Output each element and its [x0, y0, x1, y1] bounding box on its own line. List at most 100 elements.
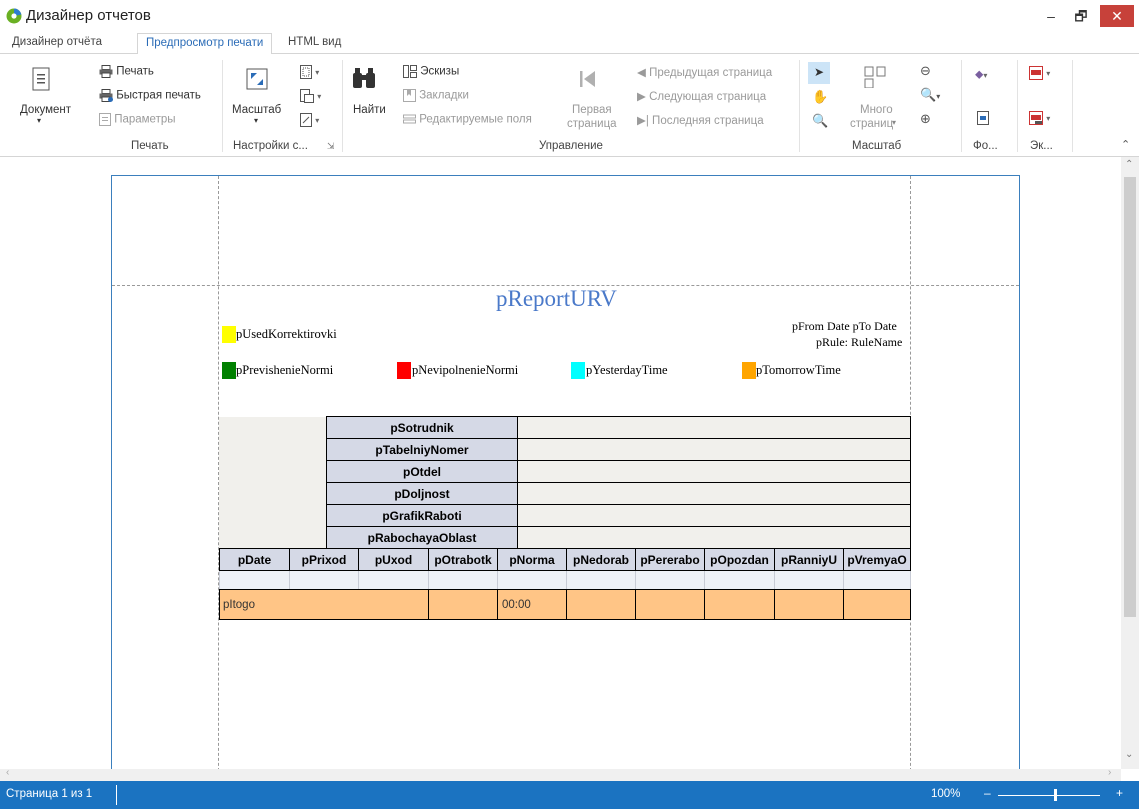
attendance-table: pDate pPrixod pUxod pOtrabotk pNorma pNe… [219, 548, 911, 593]
document-button[interactable]: Документ [20, 104, 71, 116]
scroll-down-icon[interactable]: ⌄ [1125, 749, 1133, 760]
scroll-right-icon[interactable]: › [1108, 767, 1111, 778]
scrollbar-thumb[interactable] [1124, 177, 1136, 617]
zoom-slider-thumb[interactable] [1054, 789, 1057, 801]
legend-swatch-cyan [571, 362, 585, 379]
first-page-button-line2[interactable]: страница [567, 118, 617, 130]
legend-label: pTomorrowTime [756, 363, 841, 377]
document-dropdown-icon[interactable]: ▾ [37, 116, 41, 125]
tab-report-designer[interactable]: Дизайнер отчёта [4, 33, 110, 55]
export-button[interactable]: ▾ [1029, 66, 1050, 80]
app-logo-icon [6, 8, 22, 24]
many-pages-icon [864, 66, 886, 88]
group-label-print: Печать [131, 140, 169, 152]
last-arrow-icon: ▶| [637, 115, 649, 127]
info-label: pTabelniyNomer [326, 438, 518, 461]
quick-print-button[interactable]: Быстрая печать [99, 89, 201, 102]
zoom-out-button[interactable]: ⊖ [920, 63, 931, 79]
scroll-left-icon[interactable]: ‹ [6, 767, 9, 778]
bookmarks-button[interactable]: Закладки [403, 89, 469, 102]
close-button[interactable]: ✕ [1100, 5, 1134, 27]
next-page-button[interactable]: ▶ Следующая страница [637, 89, 766, 103]
first-page-button-line1[interactable]: Первая [572, 104, 612, 116]
orientation-dropdown-icon: ▾ [317, 92, 322, 102]
info-value [517, 460, 911, 483]
tab-html-view[interactable]: HTML вид [280, 33, 349, 55]
total-label: pItogo [219, 589, 429, 620]
group-label-zoom: Масштаб [852, 140, 902, 152]
page-color-button[interactable]: ⬥▾ [975, 67, 987, 82]
margins-button[interactable]: ▾ [300, 65, 319, 79]
info-value [517, 526, 911, 549]
table-cell [704, 589, 775, 620]
table-cell [635, 589, 705, 620]
group-label-background: Фо... [973, 140, 998, 152]
thumbnails-label: Эскизы [420, 65, 460, 78]
rule-label: pRule: RuleName [816, 335, 903, 349]
next-page-label: Следующая страница [649, 91, 767, 103]
column-header: pUxod [358, 548, 429, 571]
export-pdf-icon [1029, 66, 1043, 80]
zoom-slider-minus[interactable]: – [984, 786, 991, 800]
many-pages-button-line1[interactable]: Много [860, 104, 893, 116]
column-header: pOpozdan [704, 548, 775, 571]
next-arrow-icon: ▶ [637, 91, 646, 103]
editable-fields-icon [403, 114, 416, 124]
status-separator [116, 785, 117, 805]
legend-swatch-green [222, 362, 236, 379]
many-pages-button-line2[interactable]: страниц [850, 118, 893, 130]
restore-button[interactable]: 🗗 [1068, 5, 1094, 27]
last-page-button[interactable]: ▶| Последняя страница [637, 113, 764, 127]
date-range: pFrom Date pTo Date [792, 319, 897, 333]
hand-tool-button[interactable]: ✋ [812, 89, 828, 105]
print-button[interactable]: Печать [99, 65, 154, 78]
scale-dropdown-icon[interactable]: ▾ [254, 116, 258, 125]
employee-info-table: pSotrudnik pTabelniyNomer pOtdel pDoljno… [326, 416, 911, 549]
dialog-launcher-icon[interactable]: ⇲ [327, 141, 335, 152]
margins-icon [300, 65, 312, 79]
watermark-icon[interactable] [977, 111, 989, 125]
horizontal-scrollbar[interactable]: ‹ › [0, 767, 1121, 781]
editable-fields-button[interactable]: Редактируемые поля [403, 113, 532, 126]
info-value [517, 482, 911, 505]
scale-button[interactable]: Масштаб [232, 104, 281, 116]
settings-page-icon [99, 113, 111, 126]
last-page-label: Последняя страница [652, 115, 764, 127]
preview-area[interactable]: pReportURV pFrom Date pTo Date pRule: Ru… [0, 157, 1121, 769]
zoom-button[interactable]: 🔍▾ [920, 87, 940, 103]
magnifier-tool-button[interactable]: 🔍 [812, 113, 828, 129]
separator [1017, 60, 1018, 152]
zoom-slider-plus[interactable]: + [1116, 786, 1123, 800]
zoom-in-icon: ⊕ [920, 111, 931, 126]
info-label: pOtdel [326, 460, 518, 483]
minimize-button[interactable]: – [1038, 5, 1064, 27]
collapse-ribbon-icon[interactable]: ⌃ [1121, 138, 1130, 151]
orientation-button[interactable]: ▾ [300, 89, 321, 103]
pointer-icon: ➤ [814, 65, 825, 79]
tab-print-preview[interactable]: Предпросмотр печати [137, 33, 273, 55]
many-pages-dropdown-icon[interactable]: ▾ [892, 118, 896, 127]
column-header: pPererabo [635, 548, 705, 571]
legend-swatch-red [397, 362, 411, 379]
title-bar: Дизайнер отчетов – 🗗 ✕ [0, 0, 1139, 33]
ribbon: Документ ▾ Печать Быстрая печать Парамет… [0, 54, 1139, 157]
thumbnails-button[interactable]: Эскизы [403, 65, 459, 78]
zoom-in-button[interactable]: ⊕ [920, 111, 931, 127]
send-button[interactable]: ▾ [1029, 111, 1050, 125]
separator [342, 60, 343, 152]
prev-page-button[interactable]: ◀ Предыдущая страница [637, 65, 772, 79]
column-header: pRanniyU [774, 548, 844, 571]
ribbon-tabs: Дизайнер отчёта Предпросмотр печати HTML… [0, 33, 1139, 55]
vertical-scrollbar[interactable]: ⌃ ⌄ [1121, 157, 1139, 769]
params-button[interactable]: Параметры [99, 113, 176, 126]
scroll-up-icon[interactable]: ⌃ [1125, 159, 1133, 170]
zoom-slider-track[interactable] [998, 795, 1100, 796]
pointer-tool-button[interactable]: ➤ [808, 62, 830, 84]
zoom-level: 100% [931, 788, 961, 800]
params-label: Параметры [114, 113, 176, 126]
first-page-icon [580, 71, 595, 87]
page-size-button[interactable]: ▾ [300, 113, 319, 127]
status-bar: Страница 1 из 1 100% – + [0, 781, 1139, 809]
legend-label: pUsedKorrektirovki [236, 327, 337, 341]
find-button[interactable]: Найти [353, 104, 386, 116]
